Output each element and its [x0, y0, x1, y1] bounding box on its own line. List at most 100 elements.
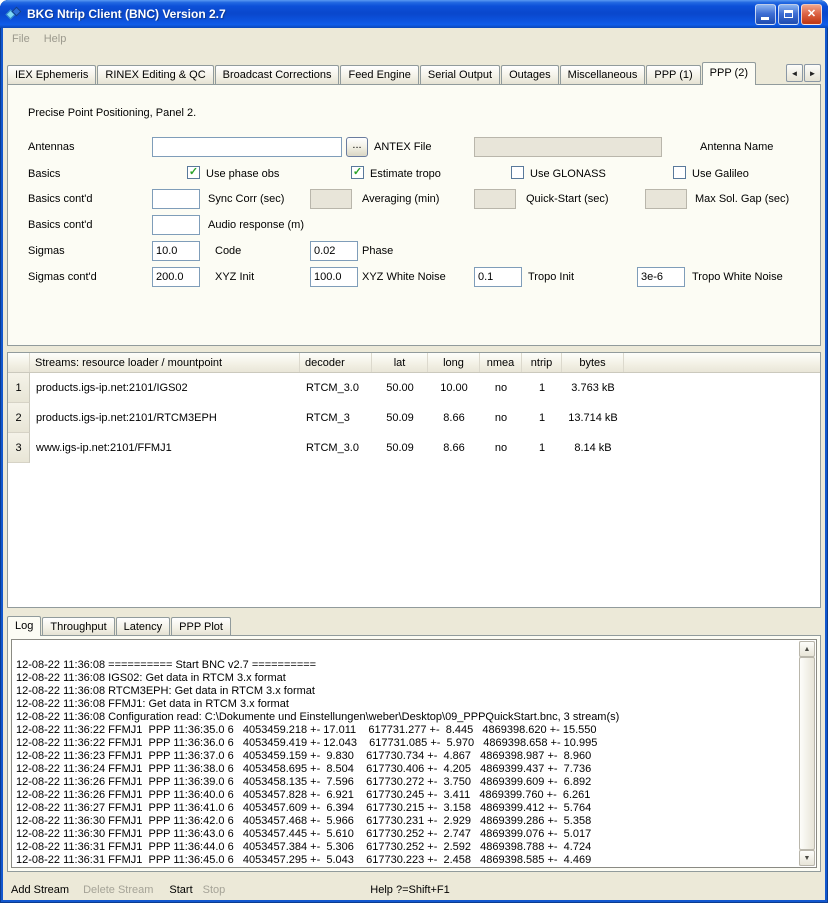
log-line: 12-08-22 11:36:30 FFMJ1 PPP 11:36:42.0 6…: [16, 815, 796, 828]
tab-scroll-right-button[interactable]: ►: [804, 64, 821, 82]
stream-lat: 50.09: [372, 433, 428, 463]
audio-response-label: Audio response (m): [208, 219, 304, 231]
sigma-code-input[interactable]: [152, 241, 200, 261]
log-text: 12-08-22 11:36:08 ========== Start BNC v…: [16, 640, 796, 867]
tropo-white-noise-label: Tropo White Noise: [692, 271, 783, 283]
stream-decoder: RTCM_3.0: [300, 373, 372, 403]
tab-throughput[interactable]: Throughput: [42, 617, 114, 635]
sync-corr-label: Sync Corr (sec): [208, 193, 284, 205]
tab-ppp-2[interactable]: PPP (2): [702, 62, 756, 85]
log-line: 12-08-22 11:36:30 FFMJ1 PPP 11:36:43.0 6…: [16, 828, 796, 841]
quick-start-label: Quick-Start (sec): [526, 193, 609, 205]
tab-miscellaneous[interactable]: Miscellaneous: [560, 65, 646, 84]
delete-stream-button[interactable]: Delete Stream: [83, 884, 153, 896]
log-view[interactable]: 12-08-22 11:36:08 ========== Start BNC v…: [11, 639, 817, 868]
scroll-down-button[interactable]: ▼: [799, 850, 815, 866]
streams-header-nmea[interactable]: nmea: [480, 353, 522, 372]
tab-feed-engine[interactable]: Feed Engine: [340, 65, 418, 84]
log-line: 12-08-22 11:36:08 IGS02: Get data in RTC…: [16, 672, 796, 685]
antex-file-input: [474, 137, 662, 157]
stream-filler: [624, 433, 820, 463]
minimize-button[interactable]: [755, 4, 776, 25]
streams-header-long[interactable]: long: [428, 353, 480, 372]
log-line: 12-08-22 11:36:08 RTCM3EPH: Get data in …: [16, 685, 796, 698]
row-number: 2: [8, 403, 30, 433]
sigmas-contd-label: Sigmas cont'd: [28, 271, 97, 283]
sigma-phase-input[interactable]: [310, 241, 358, 261]
tropo-init-input[interactable]: [474, 267, 522, 287]
tab-rinex-editing-qc[interactable]: RINEX Editing & QC: [97, 65, 213, 84]
app-icon: [6, 6, 22, 22]
tab-iex-ephemeris[interactable]: IEX Ephemeris: [7, 65, 96, 84]
stream-decoder: RTCM_3.0: [300, 433, 372, 463]
check-icon: ✓: [353, 166, 362, 178]
tab-scroll-left-button[interactable]: ◄: [786, 64, 803, 82]
streams-header-ntrip[interactable]: ntrip: [522, 353, 562, 372]
audio-response-input[interactable]: [152, 215, 200, 235]
arrow-down-icon: ▼: [804, 855, 811, 862]
streams-table: Streams: resource loader / mountpoint de…: [7, 352, 821, 608]
row-number: 1: [8, 373, 30, 403]
streams-header-decoder[interactable]: decoder: [300, 353, 372, 372]
basics-label: Basics: [28, 168, 60, 180]
tab-broadcast-corrections[interactable]: Broadcast Corrections: [215, 65, 340, 84]
title-bar[interactable]: BKG Ntrip Client (BNC) Version 2.7 ✕: [0, 0, 828, 28]
stream-bytes: 3.763 kB: [562, 373, 624, 403]
streams-header-bytes[interactable]: bytes: [562, 353, 624, 372]
maximize-button[interactable]: [778, 4, 799, 25]
tab-ppp-1[interactable]: PPP (1): [646, 65, 700, 84]
use-phase-obs-checkbox[interactable]: ✓: [187, 166, 200, 179]
log-line: 12-08-22 11:36:08 FFMJ1: Get data in RTC…: [16, 698, 796, 711]
antex-browse-button[interactable]: ...: [346, 137, 368, 157]
basics-contd-label: Basics cont'd: [28, 193, 92, 205]
estimate-tropo-label: Estimate tropo: [370, 168, 441, 180]
menu-file[interactable]: File: [5, 31, 37, 47]
window-controls: ✕: [755, 4, 822, 25]
add-stream-button[interactable]: Add Stream: [11, 884, 69, 896]
stream-mountpoint: products.igs-ip.net:2101/RTCM3EPH: [30, 403, 300, 433]
tab-latency[interactable]: Latency: [116, 617, 171, 635]
antenna-name-label: Antenna Name: [700, 141, 773, 153]
stream-row-2[interactable]: 2 products.igs-ip.net:2101/RTCM3EPH RTCM…: [8, 403, 820, 433]
stream-mountpoint: products.igs-ip.net:2101/IGS02: [30, 373, 300, 403]
stream-filler: [624, 373, 820, 403]
close-button[interactable]: ✕: [801, 4, 822, 25]
log-line: 12-08-22 11:36:24 FFMJ1 PPP 11:36:38.0 6…: [16, 763, 796, 776]
stream-nmea: no: [480, 403, 522, 433]
log-line: 12-08-22 11:36:26 FFMJ1 PPP 11:36:39.0 6…: [16, 776, 796, 789]
tropo-white-noise-input[interactable]: [637, 267, 685, 287]
xyz-white-noise-label: XYZ White Noise: [362, 271, 446, 283]
streams-header-lat[interactable]: lat: [372, 353, 428, 372]
antennas-input[interactable]: [152, 137, 342, 157]
stream-long: 8.66: [428, 433, 480, 463]
xyz-init-input[interactable]: [152, 267, 200, 287]
tab-outages[interactable]: Outages: [501, 65, 559, 84]
stream-row-1[interactable]: 1 products.igs-ip.net:2101/IGS02 RTCM_3.…: [8, 373, 820, 403]
xyz-white-noise-input[interactable]: [310, 267, 358, 287]
use-glonass-checkbox[interactable]: [511, 166, 524, 179]
minimize-icon: [761, 17, 769, 20]
log-panel: 12-08-22 11:36:08 ========== Start BNC v…: [7, 635, 821, 872]
scrollbar-thumb[interactable]: [799, 657, 815, 850]
log-line: 12-08-22 11:36:22 FFMJ1 PPP 11:36:35.0 6…: [16, 724, 796, 737]
log-line: 12-08-22 11:36:08 Configuration read: C:…: [16, 711, 796, 724]
use-galileo-checkbox[interactable]: [673, 166, 686, 179]
stream-ntrip: 1: [522, 373, 562, 403]
tab-ppp-plot[interactable]: PPP Plot: [171, 617, 231, 635]
menu-help[interactable]: Help: [37, 31, 74, 47]
panel-caption: Precise Point Positioning, Panel 2.: [28, 107, 196, 119]
log-scrollbar[interactable]: ▲ ▼: [799, 641, 815, 866]
xyz-init-label: XYZ Init: [215, 271, 254, 283]
ellipsis-icon: ...: [352, 139, 361, 151]
streams-header-mountpoint[interactable]: Streams: resource loader / mountpoint: [30, 353, 300, 372]
stream-row-3[interactable]: 3 www.igs-ip.net:2101/FFMJ1 RTCM_3.0 50.…: [8, 433, 820, 463]
tab-serial-output[interactable]: Serial Output: [420, 65, 500, 84]
streams-header-row[interactable]: Streams: resource loader / mountpoint de…: [8, 353, 820, 373]
scroll-up-button[interactable]: ▲: [799, 641, 815, 657]
stop-button[interactable]: Stop: [203, 884, 226, 896]
stream-nmea: no: [480, 433, 522, 463]
estimate-tropo-checkbox[interactable]: ✓: [351, 166, 364, 179]
sync-corr-input[interactable]: [152, 189, 200, 209]
start-button[interactable]: Start: [169, 884, 192, 896]
tab-log[interactable]: Log: [7, 616, 41, 636]
